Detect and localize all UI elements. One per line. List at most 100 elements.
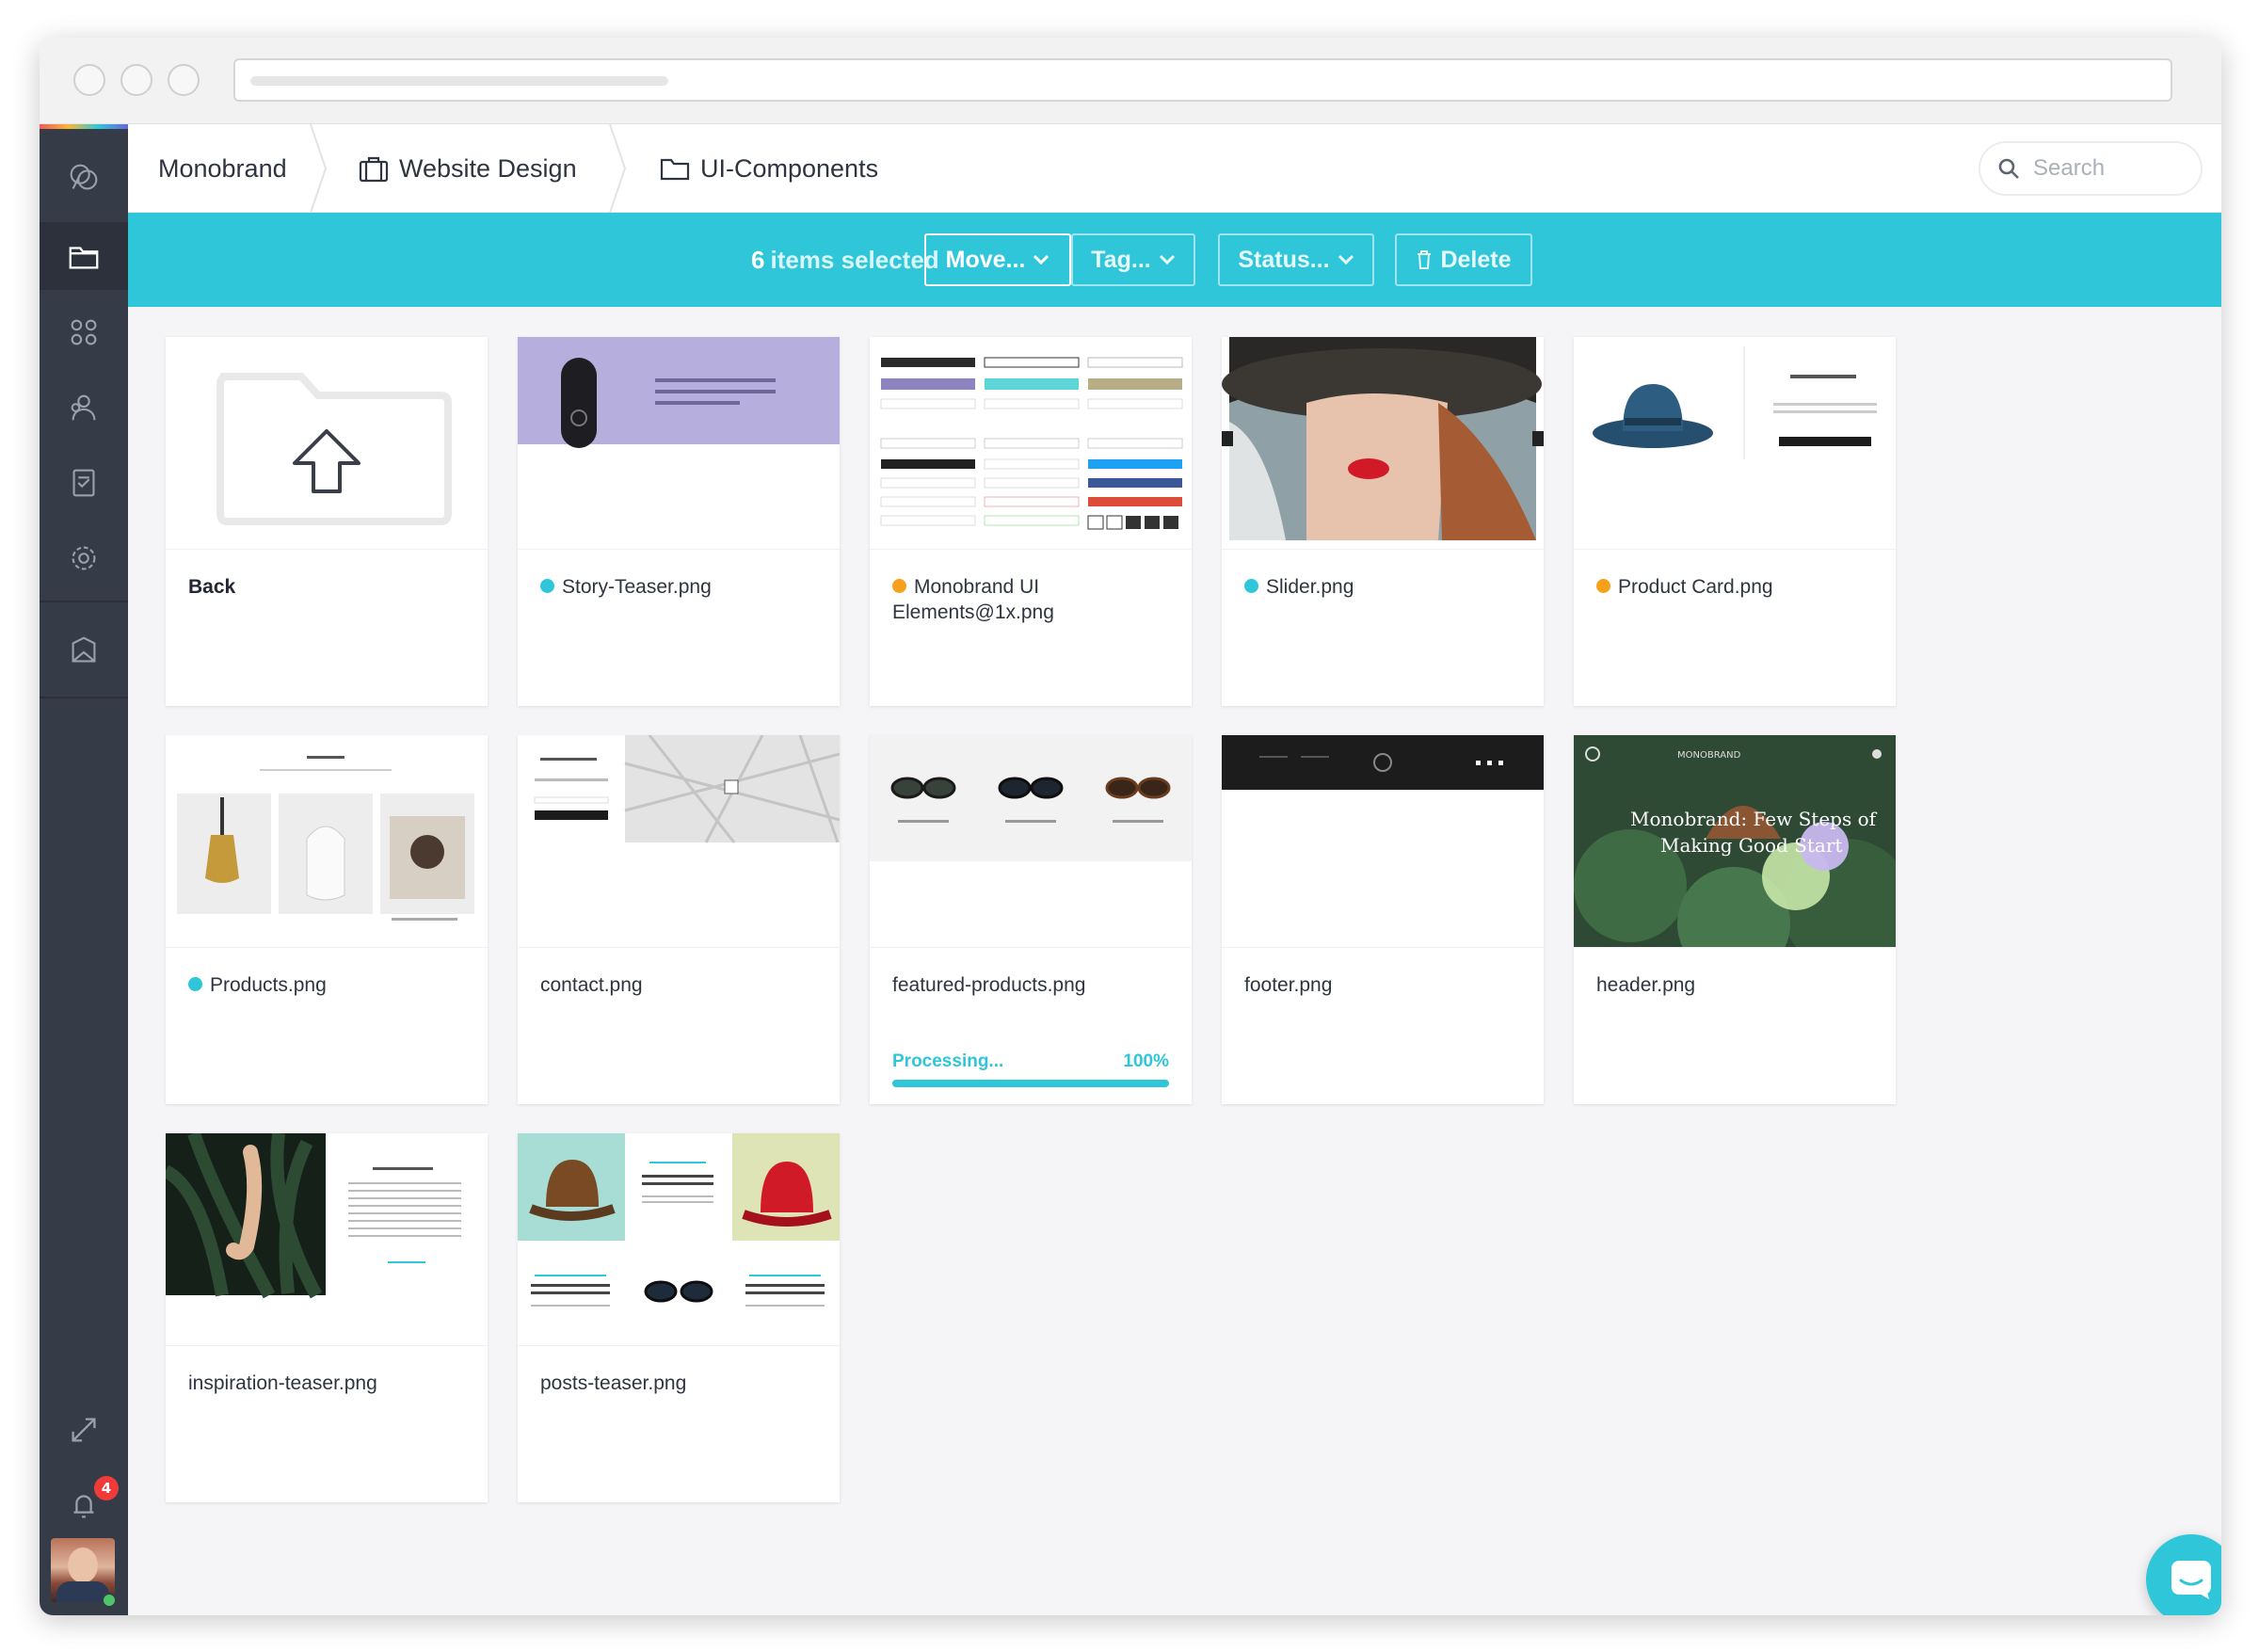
file-name-row: Story-Teaser.png xyxy=(540,574,823,600)
header-image: MONOBRAND Monobrand: Few Steps of Making… xyxy=(1574,735,1896,947)
product-card-thumbnail xyxy=(1574,337,1896,550)
file-card[interactable]: featured-products.png Processing... 100% xyxy=(870,735,1192,1104)
breadcrumb-item-monobrand[interactable]: Monobrand xyxy=(158,124,287,213)
selection-count-number: 6 xyxy=(751,245,765,274)
file-name: Monobrand UI Elements@1x.png xyxy=(892,576,1054,623)
tag-button[interactable]: Tag... xyxy=(1071,233,1195,286)
folder-icon xyxy=(660,158,690,181)
notification-badge: 4 xyxy=(94,1476,119,1500)
file-card[interactable]: Story-Teaser.png xyxy=(518,337,840,706)
file-name: Story-Teaser.png xyxy=(562,576,712,598)
breadcrumb-label: Monobrand xyxy=(158,153,287,183)
status-dot xyxy=(892,579,906,593)
team-icon xyxy=(71,394,96,421)
breadcrumb-item-website-design[interactable]: Website Design xyxy=(358,124,577,213)
sidebar-item-team[interactable] xyxy=(40,375,128,441)
file-name-row: Product Card.png xyxy=(1596,574,1879,600)
file-name: Products.png xyxy=(210,974,327,996)
sidebar-item-files[interactable] xyxy=(40,224,128,290)
briefcase-icon xyxy=(359,156,389,183)
file-card[interactable]: Product Card.png xyxy=(1574,337,1896,706)
file-name: header.png xyxy=(1596,974,1696,996)
selection-action-bar: 6 items selected Move... Tag... Status..… xyxy=(128,213,2221,307)
progress-fill xyxy=(892,1080,1169,1087)
status-dot xyxy=(188,977,202,991)
sidebar-item-components[interactable] xyxy=(40,299,128,365)
file-card[interactable]: MONOBRAND Monobrand: Few Steps of Making… xyxy=(1574,735,1896,1104)
search-placeholder: Search xyxy=(2033,155,2106,181)
processing-status: Processing... 100% xyxy=(892,1051,1169,1072)
story-teaser-thumbnail xyxy=(518,337,840,550)
chevron-down-icon xyxy=(1033,254,1049,265)
file-name-row: Products.png xyxy=(188,972,471,998)
file-name: Product Card.png xyxy=(1618,576,1773,598)
processing-percent: 100% xyxy=(1123,1051,1169,1071)
sidebar-item-guidelines[interactable] xyxy=(40,450,128,516)
folder-upload-icon xyxy=(216,373,452,525)
breadcrumb-label: Website Design xyxy=(399,153,577,183)
file-card[interactable]: Slider.png xyxy=(1222,337,1544,706)
logo-icon[interactable] xyxy=(40,145,128,211)
chevron-down-icon xyxy=(1159,254,1175,265)
story-teaser-image xyxy=(518,337,840,448)
breadcrumb-item-ui-components[interactable]: UI-Components xyxy=(659,124,878,213)
inspiration-teaser-image xyxy=(166,1133,461,1299)
browser-window: 4 Monobrand Website Design UI-Components… xyxy=(40,38,2221,1615)
close-window-button[interactable] xyxy=(73,64,105,96)
sidebar-item-notifications[interactable]: 4 xyxy=(40,1472,128,1538)
back-thumbnail xyxy=(166,337,488,550)
chat-launcher-button[interactable] xyxy=(2146,1534,2221,1615)
sidebar-divider xyxy=(40,697,128,698)
breadcrumb-label: UI-Components xyxy=(700,153,879,183)
file-name-row: Monobrand UI Elements@1x.png xyxy=(892,574,1175,625)
file-name: Back xyxy=(188,576,236,598)
posts-teaser-image xyxy=(518,1133,840,1307)
breadcrumb-separator xyxy=(310,124,328,213)
header-title-text: Monobrand: Few Steps of xyxy=(1630,808,1878,830)
file-name: footer.png xyxy=(1244,974,1333,996)
minimize-window-button[interactable] xyxy=(120,64,152,96)
processing-progress-bar xyxy=(892,1080,1169,1087)
selection-count-label: items selected xyxy=(770,245,939,274)
search-input[interactable]: Search xyxy=(1979,141,2203,196)
selection-count: 6 items selected xyxy=(751,213,939,307)
status-button-label: Status... xyxy=(1238,246,1330,273)
contact-thumbnail xyxy=(518,735,840,948)
trash-icon xyxy=(1418,250,1432,269)
status-button[interactable]: Status... xyxy=(1218,233,1374,286)
file-name: Slider.png xyxy=(1266,576,1354,598)
processing-label: Processing... xyxy=(892,1051,1004,1071)
file-card[interactable]: Products.png xyxy=(166,735,488,1104)
sidebar-item-styleguide[interactable] xyxy=(40,617,128,683)
file-card[interactable]: Monobrand UI Elements@1x.png xyxy=(870,337,1192,706)
browser-titlebar xyxy=(40,38,2221,124)
file-card[interactable]: inspiration-teaser.png xyxy=(166,1133,488,1502)
maximize-window-button[interactable] xyxy=(168,64,200,96)
file-name: posts-teaser.png xyxy=(540,1372,687,1394)
header-bar: Monobrand Website Design UI-Components S… xyxy=(128,124,2221,213)
file-name: inspiration-teaser.png xyxy=(188,1372,377,1394)
file-card[interactable]: posts-teaser.png xyxy=(518,1133,840,1502)
delete-button[interactable]: Delete xyxy=(1395,233,1532,286)
move-button-label: Move... xyxy=(945,246,1026,273)
header-title-text: Making Good Start xyxy=(1660,834,1842,857)
file-card[interactable]: contact.png xyxy=(518,735,840,1104)
sidebar: 4 xyxy=(40,124,128,1615)
featured-products-thumbnail xyxy=(870,735,1192,948)
expand-icon xyxy=(72,1418,96,1442)
header-brand-text: MONOBRAND xyxy=(1677,750,1741,761)
chat-icon xyxy=(2171,1561,2211,1599)
move-button[interactable]: Move... xyxy=(924,233,1071,286)
file-card[interactable]: footer.png xyxy=(1222,735,1544,1104)
settings-icon xyxy=(72,546,96,570)
address-bar[interactable] xyxy=(233,58,2172,102)
file-card-back[interactable]: Back xyxy=(166,337,488,706)
styleguide-icon xyxy=(72,636,96,663)
search-icon xyxy=(1998,158,2019,179)
address-placeholder-line xyxy=(250,76,668,86)
sidebar-item-settings[interactable] xyxy=(40,525,128,591)
brand-stripe xyxy=(40,124,128,129)
footer-thumbnail xyxy=(1222,735,1544,948)
sidebar-item-expand[interactable] xyxy=(40,1397,128,1463)
featured-products-image xyxy=(870,735,1192,861)
